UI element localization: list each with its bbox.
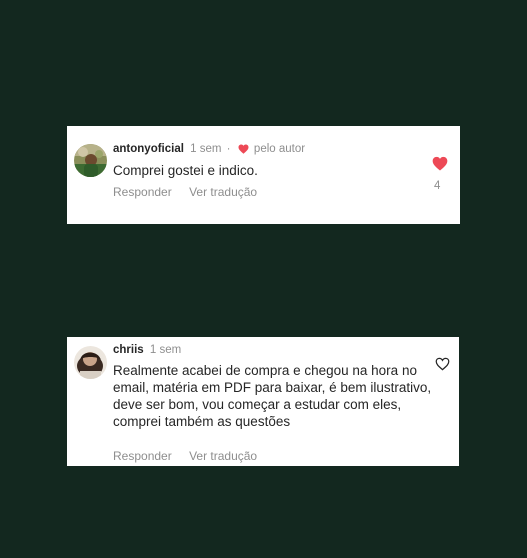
heart-filled-icon[interactable] [432,156,448,176]
comment-header: chriis 1 sem [113,344,181,356]
translate-button[interactable]: Ver tradução [189,185,257,199]
separator: · [226,143,231,155]
comment-card: chriis 1 sem Realmente acabei de compra … [67,337,459,466]
comment-card: antonyoficial 1 sem · pelo autor Comprei… [67,126,460,224]
translate-button[interactable]: Ver tradução [189,449,257,463]
timestamp: 1 sem [190,143,222,155]
timestamp: 1 sem [149,344,182,356]
comment-header: antonyoficial 1 sem · pelo autor [113,143,305,157]
author-liked-badge: pelo autor [253,143,306,155]
comment-actions: Responder Ver tradução [113,449,271,463]
comment-text: Comprei gostei e indico. [113,163,258,178]
heart-icon [238,144,249,157]
like-count[interactable]: 4 [434,180,440,192]
username[interactable]: chriis [113,344,144,356]
reply-button[interactable]: Responder [113,185,172,199]
comment-text: Realmente acabei de compra e chegou na h… [113,363,432,429]
reply-button[interactable]: Responder [113,449,172,463]
heart-outline-icon[interactable] [435,357,450,376]
comment-actions: Responder Ver tradução [113,185,271,199]
avatar[interactable] [74,144,107,177]
avatar[interactable] [74,346,107,379]
username[interactable]: antonyoficial [113,143,184,155]
